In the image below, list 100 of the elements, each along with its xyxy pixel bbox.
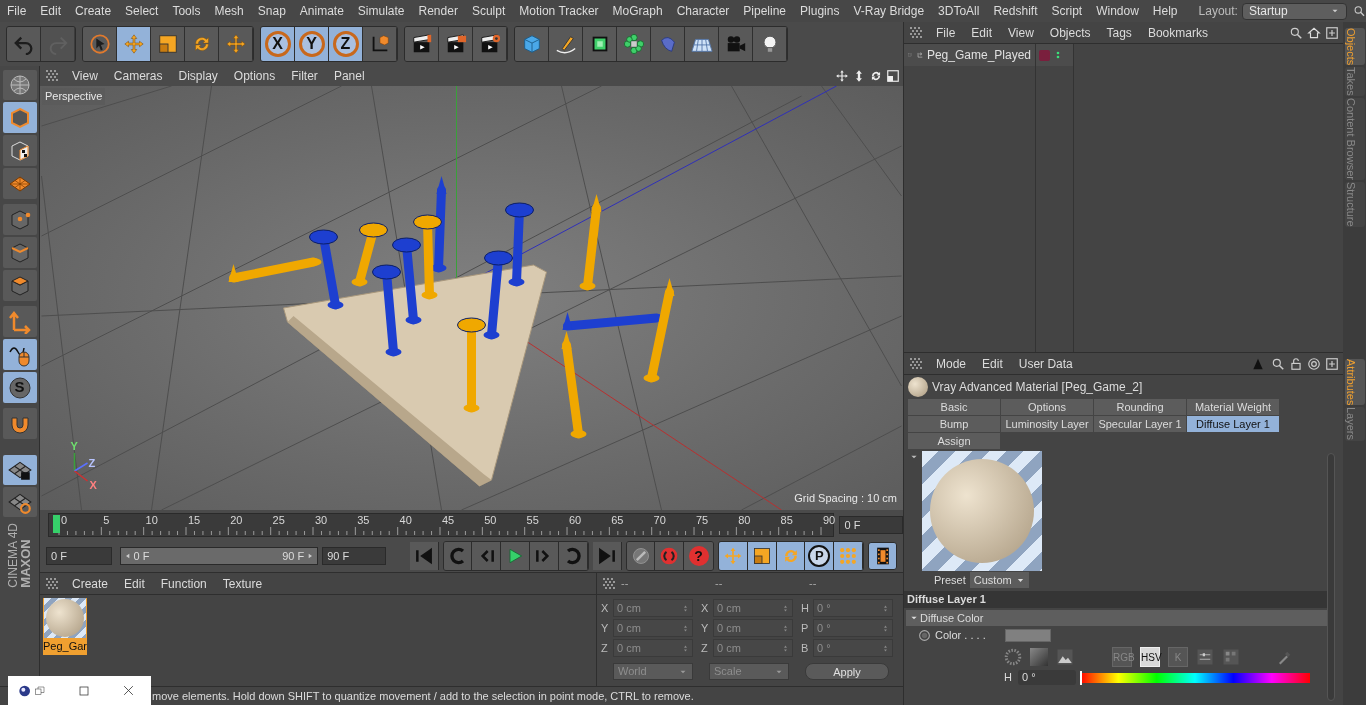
polygons-mode-button[interactable] <box>2 270 37 301</box>
side-tab[interactable]: Attributes <box>1344 359 1365 406</box>
magnet-tool-button[interactable] <box>2 408 37 439</box>
undo-button[interactable] <box>7 27 41 61</box>
menu-item[interactable]: Edit <box>974 354 1011 373</box>
previous-key-button[interactable] <box>443 542 473 570</box>
material-thumbnail[interactable]: Peg_Gar <box>43 598 87 655</box>
workplane-align-button[interactable] <box>2 487 37 517</box>
workplane-mode-button[interactable] <box>2 168 37 199</box>
current-frame-field[interactable]: 0 F <box>839 516 903 534</box>
attribute-tab[interactable]: Diffuse Layer 1 <box>1187 416 1279 432</box>
menu-item[interactable]: Edit <box>116 574 153 593</box>
object-row[interactable]: Peg_Game_Played <box>904 44 1035 66</box>
menu-item[interactable]: Plugins <box>793 2 847 20</box>
record-button[interactable] <box>655 542 685 570</box>
record-position-button[interactable] <box>719 542 748 570</box>
menu-item[interactable]: Bookmarks <box>1139 23 1216 42</box>
floor-button[interactable] <box>685 27 719 61</box>
axis-mode-button[interactable] <box>2 306 37 337</box>
attribute-tab[interactable]: Rounding <box>1094 399 1186 415</box>
scale-tool-button[interactable] <box>151 27 185 61</box>
menu-item[interactable]: Objects <box>1041 23 1099 42</box>
render-view-button[interactable] <box>405 27 439 61</box>
tweak-mode-button[interactable] <box>2 339 37 370</box>
go-to-start-button[interactable] <box>409 542 439 570</box>
hue-field[interactable]: 0 ° <box>1018 670 1076 685</box>
record-point-level-button[interactable] <box>834 542 863 570</box>
live-selection-button[interactable] <box>83 27 117 61</box>
record-parameter-button[interactable]: P <box>805 542 835 570</box>
render-picture-button[interactable] <box>439 27 473 61</box>
move-tool-button[interactable] <box>117 27 151 61</box>
menu-item[interactable]: View <box>1000 23 1042 42</box>
timeline-ruler[interactable]: 0 5 10 15 20 25 30 35 40 45 50 55 60 65 70 75 80 85 90 <box>47 513 834 537</box>
menu-item[interactable]: File <box>0 2 34 20</box>
menu-item[interactable]: Create <box>64 574 117 593</box>
menu-item[interactable]: Help <box>1145 2 1185 20</box>
menu-item[interactable]: Texture <box>214 574 271 593</box>
cube-button[interactable] <box>515 27 549 61</box>
group-header[interactable]: Diffuse Color <box>906 610 1327 626</box>
color-swatch[interactable] <box>1005 629 1051 642</box>
menu-item[interactable]: Window <box>1089 2 1146 20</box>
menu-item[interactable]: Snap <box>250 2 293 20</box>
axis-lock-button[interactable]: Y <box>295 27 329 61</box>
menu-item[interactable]: Animate <box>292 2 351 20</box>
apply-button[interactable]: Apply <box>805 663 889 680</box>
light-button[interactable] <box>753 27 787 61</box>
attribute-tab[interactable]: Bump <box>908 416 1000 432</box>
menu-item[interactable]: Pipeline <box>736 2 794 20</box>
attribute-tab[interactable]: Material Weight <box>1187 399 1279 415</box>
menu-item[interactable]: Select <box>118 2 166 20</box>
menu-item[interactable]: Tools <box>165 2 208 20</box>
playhead[interactable] <box>52 515 60 533</box>
attribute-tab[interactable]: Options <box>1001 399 1093 415</box>
workplane-lock-button[interactable] <box>2 455 37 485</box>
edges-mode-button[interactable] <box>2 237 37 268</box>
timeline-button[interactable] <box>868 542 897 570</box>
render-settings-button[interactable] <box>473 27 507 61</box>
cloner-button[interactable] <box>617 27 651 61</box>
menu-item[interactable]: Script <box>1044 2 1090 20</box>
menu-item[interactable]: Filter <box>283 67 326 85</box>
menu-item[interactable]: Character <box>669 2 737 20</box>
menu-item[interactable]: Panel <box>325 67 373 85</box>
next-key-button[interactable] <box>558 542 588 570</box>
attribute-tab[interactable]: Specular Layer 1 <box>1094 416 1186 432</box>
view-navigation-button[interactable] <box>2 70 37 100</box>
scrollbar[interactable] <box>1327 453 1335 701</box>
menu-item[interactable]: Create <box>68 2 119 20</box>
layout-dropdown[interactable]: Startup <box>1241 2 1348 20</box>
menu-item[interactable]: Simulate <box>350 2 412 20</box>
menu-item[interactable]: Tags <box>1098 23 1140 42</box>
subdivision-button[interactable] <box>583 27 617 61</box>
menu-item[interactable]: Cameras <box>105 67 171 85</box>
menu-item[interactable]: 3DToAll <box>931 2 987 20</box>
axis-lock-button[interactable]: Z <box>329 27 363 61</box>
pen-button[interactable] <box>549 27 583 61</box>
menu-item[interactable]: MoGraph <box>605 2 670 20</box>
axis-lock-button[interactable]: X <box>261 27 295 61</box>
menu-item[interactable]: Mesh <box>207 2 251 20</box>
record-rotation-button[interactable] <box>776 542 806 570</box>
attribute-tab[interactable]: Assign <box>908 433 1000 449</box>
play-button[interactable] <box>501 542 531 570</box>
preset-dropdown[interactable]: Custom <box>969 572 1029 588</box>
menu-item[interactable]: Sculpt <box>464 2 513 20</box>
attribute-tab[interactable]: Basic <box>908 399 1000 415</box>
menu-item[interactable]: Options <box>225 67 284 85</box>
menu-item[interactable]: View <box>64 67 106 85</box>
last-tool-button[interactable] <box>219 27 253 61</box>
menu-item[interactable]: Edit <box>963 23 1001 42</box>
menu-item[interactable]: V-Ray Bridge <box>846 2 932 20</box>
menu-item[interactable]: User Data <box>1010 354 1081 373</box>
end-frame-field[interactable]: 90 F <box>322 547 386 565</box>
menu-item[interactable]: Redshift <box>986 2 1045 20</box>
help-button[interactable]: ? <box>684 542 714 570</box>
menu-item[interactable]: File <box>928 23 964 42</box>
rotate-tool-button[interactable] <box>185 27 219 61</box>
attribute-tab[interactable]: Luminosity Layer <box>1001 416 1093 432</box>
menu-item[interactable]: Function <box>152 574 215 593</box>
record-scale-button[interactable] <box>747 542 777 570</box>
menu-item[interactable]: Mode <box>928 354 975 373</box>
start-frame-field[interactable]: 0 F <box>46 547 112 565</box>
